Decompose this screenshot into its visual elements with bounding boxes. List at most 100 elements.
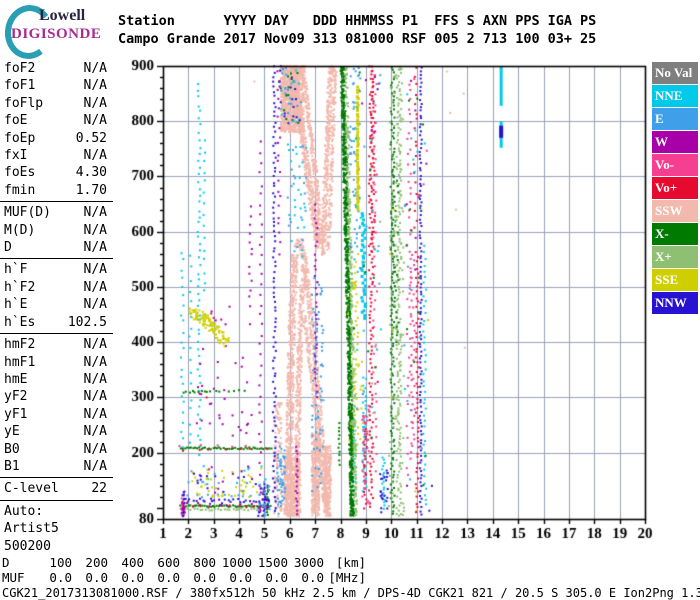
param-row-d: D N/A bbox=[0, 239, 113, 256]
param-label: foF2 bbox=[4, 60, 35, 77]
header-label: PS bbox=[580, 12, 596, 30]
param-value: 4.30 bbox=[76, 164, 107, 181]
header-label: S bbox=[467, 12, 475, 30]
param-row-ye: yEN/A bbox=[0, 423, 113, 440]
param-row-fmin: fmin1.70 bbox=[0, 182, 113, 199]
param-value: N/A bbox=[84, 77, 107, 94]
param-value: N/A bbox=[84, 354, 107, 371]
row-value: 0.0 bbox=[36, 571, 72, 586]
row-unit: [km] bbox=[324, 556, 366, 571]
autoscaling-info-label: Artist5 bbox=[4, 520, 59, 537]
row-value: 600 bbox=[144, 556, 180, 571]
row-value: 3000 bbox=[288, 556, 324, 571]
row-value: 0.0 bbox=[144, 571, 180, 586]
legend-item-x-: X- bbox=[652, 223, 698, 245]
param-label: foE bbox=[4, 112, 27, 129]
header-value: 713 bbox=[483, 30, 507, 48]
ionogram-plot bbox=[118, 58, 653, 550]
autoscaling-info-row: Artist5 bbox=[0, 520, 113, 537]
header-column-ddd: DDD313 bbox=[313, 12, 337, 48]
row-value: 100 bbox=[36, 556, 72, 571]
param-label: yF2 bbox=[4, 388, 27, 405]
param-value: N/A bbox=[84, 406, 107, 423]
header-column-ps: PS25 bbox=[580, 12, 596, 48]
param-row-hmf2: hmF2N/A bbox=[0, 336, 113, 353]
header-label: YYYY bbox=[224, 12, 257, 30]
legend-item-noval: No Val bbox=[652, 62, 698, 84]
legend-item-nnw: NNW bbox=[652, 292, 698, 314]
doppler-color-legend: No ValNNEEWVo-Vo+SSWX-X+SSENNW bbox=[652, 62, 698, 315]
row-value: 0.0 bbox=[72, 571, 108, 586]
header-column-day: DAY Nov09 bbox=[264, 12, 305, 48]
param-value: 102.5 bbox=[68, 314, 107, 331]
param-row-fxi: fxIN/A bbox=[0, 147, 113, 164]
header-label: FFS bbox=[434, 12, 458, 30]
param-label: B0 bbox=[4, 441, 20, 458]
header-value: 03+ bbox=[548, 30, 572, 48]
legend-item-vo-: Vo- bbox=[652, 154, 698, 176]
param-row-foflp: foFlpN/A bbox=[0, 95, 113, 112]
param-value: N/A bbox=[84, 458, 107, 475]
row-value: 1000 bbox=[216, 556, 252, 571]
param-row-fof1: foF1 N/A bbox=[0, 77, 113, 94]
header-value: 313 bbox=[313, 30, 337, 48]
legend-item-e: E bbox=[652, 108, 698, 130]
header-label: Station bbox=[118, 12, 216, 30]
section-divider bbox=[0, 201, 113, 202]
param-row-yf1: yF1N/A bbox=[0, 406, 113, 423]
row-value: 0.0 bbox=[288, 571, 324, 586]
header-column-yyyy: YYYY2017 bbox=[224, 12, 257, 48]
legend-item-vo+: Vo+ bbox=[652, 177, 698, 199]
header-label: P1 bbox=[402, 12, 426, 30]
header-value: 25 bbox=[580, 30, 596, 48]
param-label: D bbox=[4, 239, 12, 256]
autoscaling-info-label: Auto: bbox=[4, 503, 43, 520]
muf-row: MUF0.00.00.00.00.00.00.00.0[MHz] bbox=[2, 571, 700, 586]
section-divider bbox=[0, 477, 113, 478]
param-label: foEs bbox=[4, 164, 35, 181]
header-label: DAY bbox=[264, 12, 305, 30]
param-row-hme: hmEN/A bbox=[0, 371, 113, 388]
row-label: MUF bbox=[2, 571, 36, 586]
parameters-sidebar: foF2N/AfoF1N/AfoFlpN/AfoEN/AfoEp0.52fxIN… bbox=[0, 60, 113, 555]
param-value: N/A bbox=[84, 112, 107, 129]
param-value: N/A bbox=[84, 222, 107, 239]
param-value: N/A bbox=[84, 371, 107, 388]
param-label: foF1 bbox=[4, 77, 35, 94]
header-column-pps: PPS100 bbox=[515, 12, 539, 48]
header-column-s: S2 bbox=[467, 12, 475, 48]
header-label: PPS bbox=[515, 12, 539, 30]
header-value: 100 bbox=[515, 30, 539, 48]
legend-item-nne: NNE bbox=[652, 85, 698, 107]
row-value: 1500 bbox=[252, 556, 288, 571]
param-row-mufd: MUF(D)N/A bbox=[0, 204, 113, 221]
legend-item-w: W bbox=[652, 131, 698, 153]
row-value: 0.0 bbox=[108, 571, 144, 586]
param-row-clevel: C-level22 bbox=[0, 480, 113, 497]
param-row-yf2: yF2N/A bbox=[0, 388, 113, 405]
autoscaling-info-row: 500200 bbox=[0, 538, 113, 555]
header-value: 005 bbox=[434, 30, 458, 48]
row-value: 800 bbox=[180, 556, 216, 571]
autoscaling-info-row: Auto: bbox=[0, 503, 113, 520]
row-value: 200 bbox=[72, 556, 108, 571]
param-label: foEp bbox=[4, 130, 35, 147]
param-value: N/A bbox=[84, 261, 107, 278]
param-row-foes: foEs 4.30 bbox=[0, 164, 113, 181]
param-row-b1: B1 N/A bbox=[0, 458, 113, 475]
station-header: Station Campo GrandeYYYY2017DAY Nov09 DDD… bbox=[118, 12, 604, 48]
row-value: 0.0 bbox=[216, 571, 252, 586]
row-value: 400 bbox=[108, 556, 144, 571]
param-label: B1 bbox=[4, 458, 20, 475]
param-row-md: M(D)N/A bbox=[0, 222, 113, 239]
header-label: DDD bbox=[313, 12, 337, 30]
header-label: IGA bbox=[548, 12, 572, 30]
param-value: N/A bbox=[84, 279, 107, 296]
param-value: 1.70 bbox=[76, 182, 107, 199]
header-column-station: Station Campo Grande bbox=[118, 12, 216, 48]
param-value: 0.52 bbox=[76, 130, 107, 147]
param-value: N/A bbox=[84, 239, 107, 256]
header-label: HHMMSS bbox=[345, 12, 394, 30]
d-row: D100200400600800100015003000[km] bbox=[2, 556, 700, 571]
param-row-foep: foEp 0.52 bbox=[0, 130, 113, 147]
